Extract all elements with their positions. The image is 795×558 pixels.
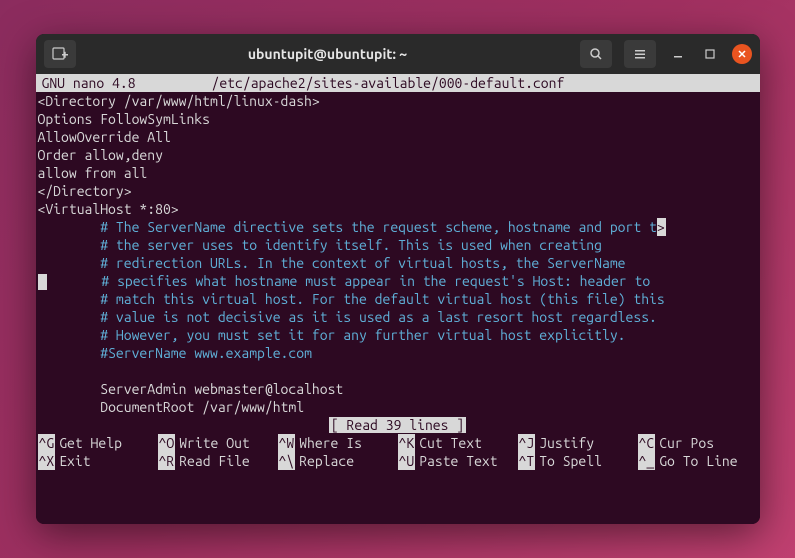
shortcut-key: ^_ (638, 452, 656, 470)
terminal-body[interactable]: GNU nano 4.8 /etc/apache2/sites-availabl… (36, 74, 760, 524)
shortcut-go-to-line[interactable]: ^_Go To Line (638, 452, 758, 470)
shortcut-label: Write Out (179, 434, 250, 452)
shortcut-write-out[interactable]: ^OWrite Out (158, 434, 278, 452)
editor-line: # the server uses to identify itself. Th… (36, 236, 760, 254)
shortcut-paste-text[interactable]: ^UPaste Text (398, 452, 518, 470)
editor-line: Options FollowSymLinks (36, 110, 760, 128)
shortcut-key: ^J (518, 434, 536, 452)
maximize-icon (704, 48, 716, 60)
comment-text: #ServerName www.example.com (100, 345, 312, 361)
minimize-icon (672, 48, 684, 60)
terminal-window: ubuntupit@ubuntupit: ~ (36, 34, 760, 524)
editor-line: <VirtualHost *:80> (36, 200, 760, 218)
shortcut-key: ^C (638, 434, 656, 452)
shortcut-key: ^T (518, 452, 536, 470)
close-icon (736, 48, 748, 60)
comment-text: # redirection URLs. In the context of vi… (100, 255, 625, 271)
overflow-indicator: > (657, 218, 666, 236)
shortcut-where-is[interactable]: ^WWhere Is (278, 434, 398, 452)
titlebar-right (580, 40, 752, 68)
shortcut-to-spell[interactable]: ^TTo Spell (518, 452, 638, 470)
editor-line (36, 362, 760, 380)
nano-header: GNU nano 4.8 /etc/apache2/sites-availabl… (36, 74, 760, 92)
shortcut-key: ^G (38, 434, 56, 452)
shortcut-label: Paste Text (419, 452, 497, 470)
shortcut-key: ^O (158, 434, 176, 452)
editor-line: </Directory> (36, 182, 760, 200)
minimize-button[interactable] (668, 44, 688, 64)
nano-status: [ Read 39 lines ] (36, 416, 760, 434)
shortcut-get-help[interactable]: ^GGet Help (38, 434, 158, 452)
editor-line: #ServerName www.example.com (36, 344, 760, 362)
shortcut-key: ^U (398, 452, 416, 470)
shortcut-key: ^W (278, 434, 296, 452)
editor-line-cursor: # specifies what hostname must appear in… (36, 272, 760, 290)
status-text: [ Read 39 lines ] (329, 417, 466, 433)
shortcut-exit[interactable]: ^XExit (38, 452, 158, 470)
search-icon (589, 47, 603, 61)
nano-filepath: /etc/apache2/sites-available/000-default… (212, 74, 754, 92)
config-text: ServerAdmin webmaster@localhost (100, 381, 343, 397)
shortcut-label: Where Is (299, 434, 362, 452)
comment-text: # However, you must set it for any furth… (100, 327, 625, 343)
maximize-button[interactable] (700, 44, 720, 64)
editor-line: ServerAdmin webmaster@localhost (36, 380, 760, 398)
editor-line: # The ServerName directive sets the requ… (36, 218, 760, 236)
comment-text: # match this virtual host. For the defau… (100, 291, 664, 307)
shortcut-cur-pos[interactable]: ^CCur Pos (638, 434, 758, 452)
new-terminal-button[interactable] (44, 40, 76, 68)
editor-line: # value is not decisive as it is used as… (36, 308, 760, 326)
shortcut-label: Go To Line (659, 452, 737, 470)
shortcut-replace[interactable]: ^\Replace (278, 452, 398, 470)
text-cursor (38, 274, 47, 290)
shortcut-key: ^K (398, 434, 416, 452)
shortcut-label: Justify (539, 434, 594, 452)
nano-version: GNU nano 4.8 (42, 74, 212, 92)
comment-text: # specifies what hostname must appear in… (101, 273, 650, 289)
config-text: DocumentRoot /var/www/html (100, 399, 304, 415)
shortcut-label: To Spell (539, 452, 602, 470)
editor-line: allow from all (36, 164, 760, 182)
shortcut-row: ^GGet Help ^OWrite Out ^WWhere Is ^KCut … (36, 434, 760, 452)
terminal-plus-icon (52, 46, 68, 62)
shortcut-key: ^X (38, 452, 56, 470)
editor-line: <Directory /var/www/html/linux-dash> (36, 92, 760, 110)
shortcut-label: Cut Text (419, 434, 482, 452)
shortcut-key: ^R (158, 452, 176, 470)
shortcut-label: Replace (299, 452, 354, 470)
editor-line: # redirection URLs. In the context of vi… (36, 254, 760, 272)
shortcut-justify[interactable]: ^JJustify (518, 434, 638, 452)
shortcut-cut-text[interactable]: ^KCut Text (398, 434, 518, 452)
window-title: ubuntupit@ubuntupit: ~ (84, 46, 572, 62)
shortcut-read-file[interactable]: ^RRead File (158, 452, 278, 470)
hamburger-icon (633, 47, 647, 61)
titlebar: ubuntupit@ubuntupit: ~ (36, 34, 760, 74)
editor-line: AllowOverride All (36, 128, 760, 146)
shortcut-label: Exit (59, 452, 90, 470)
shortcut-label: Read File (179, 452, 250, 470)
menu-button[interactable] (624, 40, 656, 68)
search-button[interactable] (580, 40, 612, 68)
comment-text: # value is not decisive as it is used as… (100, 309, 657, 325)
editor-line: Order allow,deny (36, 146, 760, 164)
comment-text: # The ServerName directive sets the requ… (100, 219, 657, 235)
shortcut-label: Get Help (59, 434, 122, 452)
editor-line: # However, you must set it for any furth… (36, 326, 760, 344)
titlebar-left (44, 40, 76, 68)
shortcut-label: Cur Pos (659, 434, 714, 452)
shortcut-key: ^\ (278, 452, 296, 470)
editor-line: DocumentRoot /var/www/html (36, 398, 760, 416)
shortcut-row: ^XExit ^RRead File ^\Replace ^UPaste Tex… (36, 452, 760, 470)
close-button[interactable] (732, 44, 752, 64)
comment-text: # the server uses to identify itself. Th… (100, 237, 602, 253)
editor-line: # match this virtual host. For the defau… (36, 290, 760, 308)
